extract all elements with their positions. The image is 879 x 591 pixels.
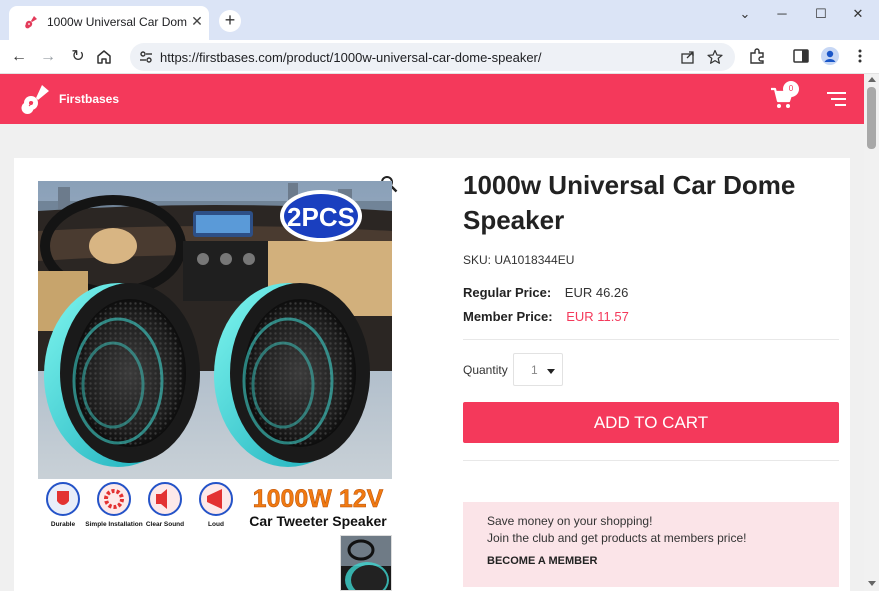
back-button[interactable]: ← <box>6 44 32 70</box>
add-to-cart-button[interactable]: ADD TO CART <box>463 402 839 443</box>
feature-label: Loud <box>208 521 224 528</box>
hamburger-menu-icon[interactable] <box>827 92 846 106</box>
regular-price-row: Regular Price: EUR 46.26 <box>463 285 628 300</box>
page-scrollbar[interactable] <box>864 74 879 591</box>
promo-line-1: Save money on your shopping! <box>487 514 653 528</box>
maximize-button[interactable]: ☐ <box>811 4 831 24</box>
bookmark-star-icon[interactable] <box>707 49 723 65</box>
new-tab-button[interactable]: + <box>219 10 241 32</box>
feature-label: Simple Installation <box>85 521 142 528</box>
browser-tab-active[interactable]: 1000w Universal Car Dome Spe ✕ <box>9 6 209 40</box>
site-header: Firstbases 0 <box>0 74 864 124</box>
product-details: 1000w Universal Car Dome Speaker SKU: UA… <box>449 158 850 591</box>
regular-price-value: EUR 46.26 <box>564 285 629 300</box>
become-member-link[interactable]: BECOME A MEMBER <box>487 555 597 567</box>
divider <box>463 339 839 340</box>
member-price-label: Member Price: <box>463 309 553 324</box>
quantity-select[interactable]: 1 <box>513 353 563 386</box>
site-settings-icon[interactable] <box>138 49 154 65</box>
browser-titlebar: 1000w Universal Car Dome Spe ✕ + ⌄ ─ ☐ ✕ <box>0 0 879 40</box>
image-subheadline: Car Tweeter Speaker <box>249 513 387 529</box>
url-text: https://firstbases.com/product/1000w-uni… <box>160 50 542 65</box>
address-bar[interactable]: https://firstbases.com/product/1000w-uni… <box>130 43 735 71</box>
membership-promo: Save money on your shopping! Join the cl… <box>463 502 839 587</box>
member-price-value: EUR 11.57 <box>566 309 629 324</box>
guitar-logo-icon[interactable] <box>20 82 52 116</box>
kebab-menu-icon[interactable] <box>849 45 871 67</box>
close-window-button[interactable]: ✕ <box>848 4 868 24</box>
home-icon[interactable] <box>95 48 113 66</box>
caret-down-icon <box>547 369 555 374</box>
extensions-icon[interactable] <box>746 45 768 67</box>
scrollbar-thumb[interactable] <box>867 87 876 149</box>
image-headline: 1000W 12V <box>253 485 384 513</box>
cart-count-badge: 0 <box>783 81 799 97</box>
product-title: 1000w Universal Car Dome Speaker <box>463 170 796 235</box>
feature-label: Durable <box>51 521 76 528</box>
scroll-up-arrow-icon[interactable] <box>868 77 876 82</box>
page-viewport: Firstbases 0 2PCS Durable Simple Install… <box>0 74 864 591</box>
product-gallery: 2PCS Durable Simple Installation Clear S… <box>14 158 449 591</box>
thumbnail-image <box>341 536 391 590</box>
side-panel-icon[interactable] <box>790 45 812 67</box>
feature-label: Clear Sound <box>146 521 184 528</box>
regular-price-label: Regular Price: <box>463 285 552 300</box>
share-icon[interactable] <box>680 49 696 65</box>
gallery-thumbnail[interactable] <box>340 535 392 591</box>
guitar-favicon-icon <box>25 16 37 29</box>
tab-close-icon[interactable]: ✕ <box>189 13 205 29</box>
reload-button[interactable]: ↻ <box>65 44 91 70</box>
quantity-label: Quantity <box>463 363 508 377</box>
tab-search-icon[interactable]: ⌄ <box>735 4 755 24</box>
product-image[interactable]: 2PCS Durable Simple Installation Clear S… <box>38 181 392 533</box>
promo-line-2: Join the club and get products at member… <box>487 531 747 545</box>
brand-name[interactable]: Firstbases <box>59 92 119 106</box>
minimize-button[interactable]: ─ <box>772 4 792 24</box>
member-price-row: Member Price: EUR 11.57 <box>463 309 629 324</box>
forward-button[interactable]: → <box>35 44 61 70</box>
scroll-down-arrow-icon[interactable] <box>868 581 876 586</box>
profile-avatar-icon[interactable] <box>819 45 841 67</box>
tab-title: 1000w Universal Car Dome Spe <box>47 15 187 29</box>
divider <box>463 460 839 461</box>
browser-toolbar: ← → ↻ https://firstbases.com/product/100… <box>0 40 879 74</box>
quantity-value: 1 <box>531 363 538 377</box>
product-sku: SKU: UA1018344EU <box>463 253 575 267</box>
badge-text: 2PCS <box>287 202 355 232</box>
